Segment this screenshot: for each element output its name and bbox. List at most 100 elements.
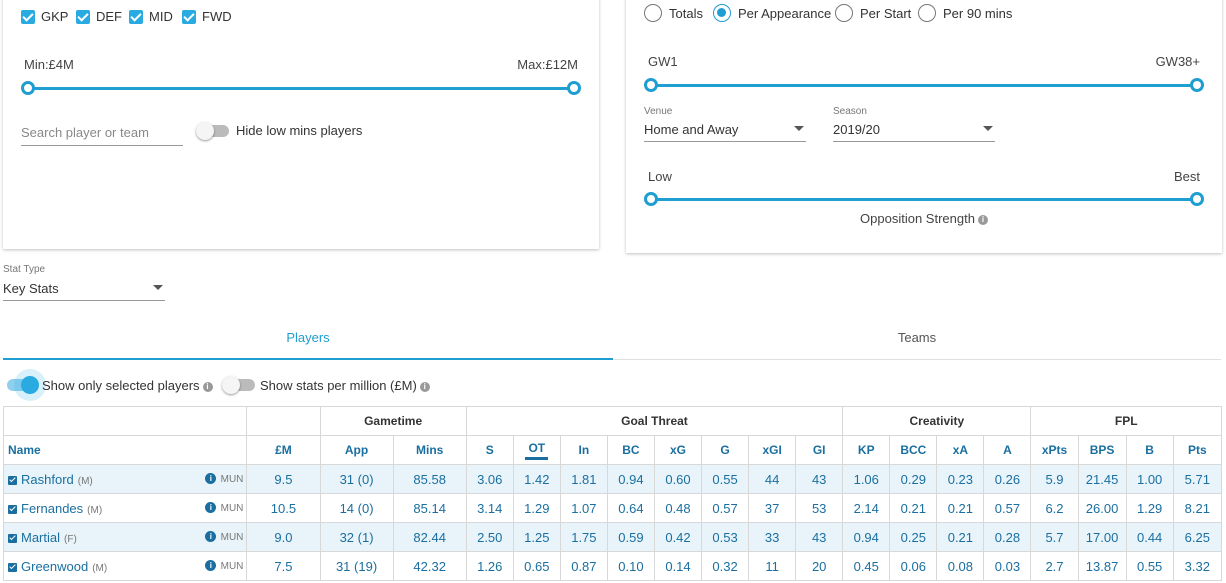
- row-checkbox-icon[interactable]: [8, 562, 17, 572]
- column-header-bcc[interactable]: BCC: [889, 435, 938, 465]
- group-header-empty: [2, 406, 248, 436]
- column-header-m[interactable]: £M: [246, 435, 321, 465]
- player-name[interactable]: Martial: [21, 530, 60, 545]
- position-label: FWD: [202, 9, 232, 24]
- column-header-bc[interactable]: BC: [606, 435, 655, 465]
- stat-cell-a: 0.26: [983, 464, 1032, 494]
- stat-cell-g: 0.55: [701, 464, 750, 494]
- column-header-xpts[interactable]: xPts: [1030, 435, 1079, 465]
- column-header-name[interactable]: Name: [2, 435, 248, 465]
- column-header-label: £M: [275, 443, 292, 457]
- show-selected-toggle[interactable]: [7, 376, 39, 394]
- price-slider-max-handle[interactable]: [567, 81, 581, 95]
- info-icon[interactable]: i: [977, 214, 988, 225]
- gw-slider-max-handle[interactable]: [1190, 78, 1204, 92]
- column-header-ot[interactable]: OT: [512, 435, 561, 465]
- stat-cell-in: 1.75: [559, 522, 608, 552]
- stat-cell-xpts: 6.2: [1030, 493, 1079, 523]
- checkbox-checked-icon: [182, 9, 196, 24]
- gw-slider-track[interactable]: [654, 84, 1197, 87]
- position-checkbox-gkp[interactable]: GKP: [21, 9, 68, 24]
- column-header-label: GI: [812, 443, 826, 457]
- group-header-creativity: Creativity: [842, 406, 1032, 436]
- season-value: 2019/20: [833, 122, 880, 137]
- filter-panel-left: GKP DEF MID FWD Min:£4M Max:£12M Search …: [3, 0, 599, 249]
- season-select[interactable]: 2019/20: [833, 120, 995, 142]
- gw-min-label: GW1: [648, 54, 678, 69]
- stat-cell-m: 9.0: [246, 522, 321, 552]
- stat-cell-mins: 85.14: [392, 493, 467, 523]
- opposition-slider-max-handle[interactable]: [1190, 192, 1204, 206]
- player-name[interactable]: Greenwood: [21, 559, 88, 574]
- search-input[interactable]: Search player or team: [21, 122, 183, 146]
- stat-cell-xg: 0.48: [653, 493, 703, 523]
- per-million-toggle[interactable]: [222, 376, 255, 394]
- player-position: (M): [77, 475, 93, 487]
- info-icon[interactable]: i: [419, 381, 430, 392]
- stat-mode-per-start[interactable]: Per Start: [835, 4, 911, 22]
- player-info-icon[interactable]: i: [205, 531, 217, 542]
- position-checkbox-def[interactable]: DEF: [76, 9, 122, 24]
- row-checkbox-icon[interactable]: [8, 504, 17, 514]
- tab-teams[interactable]: Teams: [613, 318, 1221, 360]
- view-tabs: Players Teams: [3, 318, 1221, 360]
- price-slider-track[interactable]: [29, 87, 575, 90]
- radio-unselected-icon: [918, 4, 936, 22]
- hide-low-mins-toggle[interactable]: [196, 122, 229, 140]
- position-checkbox-mid[interactable]: MID: [129, 9, 173, 24]
- info-icon[interactable]: i: [202, 381, 213, 392]
- price-slider-min-handle[interactable]: [21, 81, 35, 95]
- stat-cell-bc: 0.59: [606, 522, 655, 552]
- stat-type-select[interactable]: Key Stats: [3, 279, 165, 301]
- stat-cell-xa: 0.08: [936, 551, 985, 581]
- stat-mode-totals[interactable]: Totals: [644, 4, 703, 22]
- column-header-label: S: [485, 443, 494, 457]
- table-row[interactable]: Martial (F) i MUN 9.0 32 (1) 82.44 2.50 1.25 1.75…: [2, 522, 1223, 552]
- per-million-label-group: Show stats per million (£M) i: [260, 378, 430, 393]
- table-row[interactable]: Fernandes (M) i MUN 10.5 14 (0) 85.14 3.14 1.29 1…: [2, 493, 1223, 523]
- column-header-mins[interactable]: Mins: [392, 435, 467, 465]
- stat-cell-gi: 43: [795, 464, 844, 494]
- stat-cell-in: 0.87: [559, 551, 608, 581]
- column-header-in[interactable]: In: [559, 435, 608, 465]
- column-header-g[interactable]: G: [701, 435, 750, 465]
- column-header-s[interactable]: S: [465, 435, 514, 465]
- column-header-app[interactable]: App: [319, 435, 394, 465]
- venue-select[interactable]: Home and Away: [644, 120, 806, 142]
- stat-cell-m: 10.5: [246, 493, 321, 523]
- stat-cell-s: 2.50: [465, 522, 514, 552]
- column-header-pts[interactable]: Pts: [1172, 435, 1223, 465]
- tab-players[interactable]: Players: [3, 318, 613, 360]
- position-checkbox-fwd[interactable]: FWD: [182, 9, 232, 24]
- stat-cell-xa: 0.23: [936, 464, 985, 494]
- stat-cell-xg: 0.60: [653, 464, 703, 494]
- opposition-slider-track[interactable]: [654, 198, 1197, 201]
- tab-label: Teams: [897, 330, 937, 345]
- stat-mode-per-appearance[interactable]: Per Appearance: [713, 4, 831, 22]
- player-info-icon[interactable]: i: [205, 560, 217, 571]
- column-header-kp[interactable]: KP: [842, 435, 891, 465]
- column-header-b[interactable]: B: [1125, 435, 1174, 465]
- table-row[interactable]: Rashford (M) i MUN 9.5 31 (0) 85.58 3.06 1.42 1.8…: [2, 464, 1223, 494]
- column-header-xa[interactable]: xA: [936, 435, 985, 465]
- table-row[interactable]: Greenwood (M) i MUN 7.5 31 (19) 42.32 1.26 0.65 0…: [2, 551, 1223, 581]
- player-info-icon[interactable]: i: [205, 502, 217, 513]
- stat-cell-xgi: 11: [748, 551, 797, 581]
- stat-cell-xgi: 44: [748, 464, 797, 494]
- stat-cell-bps: 21.45: [1077, 464, 1127, 494]
- column-header-bps[interactable]: BPS: [1077, 435, 1127, 465]
- row-checkbox-icon[interactable]: [8, 475, 17, 485]
- player-name[interactable]: Fernandes: [21, 501, 83, 516]
- column-header-xg[interactable]: xG: [653, 435, 703, 465]
- opposition-slider-min-handle[interactable]: [644, 192, 658, 206]
- gw-slider-min-handle[interactable]: [644, 78, 658, 92]
- stat-mode-per-90[interactable]: Per 90 mins: [918, 4, 1012, 22]
- column-header-xgi[interactable]: xGI: [748, 435, 797, 465]
- row-checkbox-icon[interactable]: [8, 533, 17, 543]
- column-header-a[interactable]: A: [983, 435, 1032, 465]
- radio-label: Totals: [669, 5, 703, 21]
- stat-cell-g: 0.53: [701, 522, 750, 552]
- player-info-icon[interactable]: i: [205, 473, 217, 484]
- player-name[interactable]: Rashford: [21, 472, 74, 487]
- column-header-gi[interactable]: GI: [795, 435, 844, 465]
